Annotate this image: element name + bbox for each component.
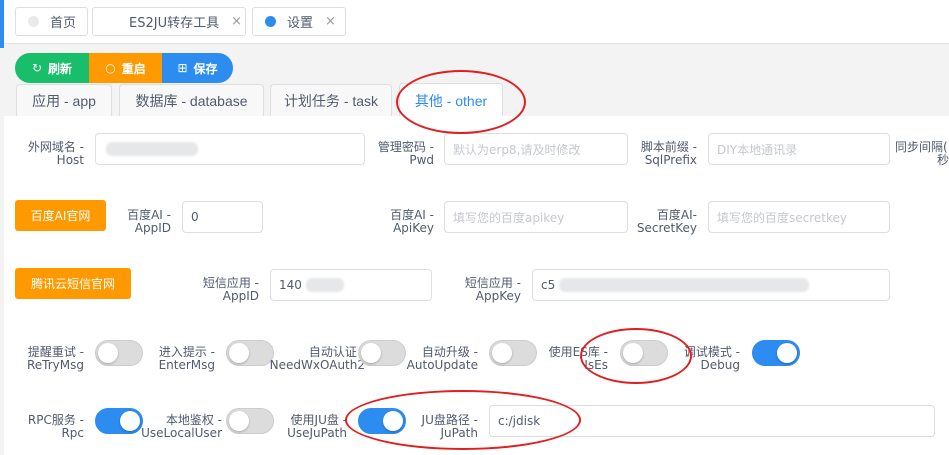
save-label: 保存 [193, 61, 218, 76]
tab-database[interactable]: 数据库 - database [119, 84, 264, 116]
retrymsg-label: 提醒重试 - ReTryMsg [26, 345, 84, 372]
redacted-value [559, 278, 810, 292]
needwxoauth2-label: 自动认证 - NeedWxOAuth2 [269, 345, 365, 372]
tab-task[interactable]: 计划任务 - task [270, 84, 392, 116]
ises-toggle[interactable] [620, 340, 668, 366]
close-icon[interactable]: × [325, 14, 336, 29]
rpc-label: RPC服务 - Rpc [27, 413, 84, 440]
tab-other[interactable]: 其他 - other [399, 83, 503, 117]
autoupdate-toggle[interactable] [489, 340, 537, 366]
jupath-input[interactable]: c:/jdisk [489, 405, 935, 437]
entermsg-toggle[interactable] [226, 340, 274, 366]
sms-appkey-value: c5 [541, 278, 556, 292]
active-indicator [0, 0, 4, 48]
page-tab-settings[interactable]: 设置 × [252, 7, 346, 36]
jupath-label: JU盘路径 - JuPath [421, 413, 478, 440]
sms-appkey-input[interactable]: c5 [532, 269, 890, 301]
refresh-label: 刷新 [48, 61, 73, 76]
baidu-apikey-label: 百度AI - ApiKey [390, 208, 434, 235]
tencent-sms-button[interactable]: 腾讯云短信官网 [15, 268, 131, 299]
sms-appkey-label: 短信应用 - AppKey [464, 276, 521, 303]
tab-status-dot-icon [265, 16, 276, 27]
page-tab-label: ES2JU转存工具 [129, 16, 220, 31]
pwd-input[interactable]: 默认为erp8,请及时修改 [444, 133, 628, 165]
baidu-appid-label: 百度AI - AppID [127, 208, 171, 235]
usejupath-label: 使用JU盘 - UseJuPath [287, 413, 347, 440]
tab-app[interactable]: 应用 - app [16, 84, 112, 116]
autoupdate-label: 自动升级 - AutoUpdate [406, 345, 478, 372]
host-input[interactable] [95, 133, 365, 165]
uselocaluser-label: 本地鉴权 - UseLocalUser [141, 413, 222, 440]
sms-appid-value: 140 [279, 278, 302, 292]
baidu-secret-label: 百度AI- SecretKey [636, 208, 697, 235]
close-icon[interactable]: × [231, 14, 242, 29]
baidu-secret-input[interactable]: 填写您的百度secretkey [708, 201, 890, 233]
tab-status-dot-icon [28, 16, 39, 27]
retrymsg-toggle[interactable] [95, 340, 143, 366]
usejupath-toggle[interactable] [358, 408, 406, 434]
host-label: 外网域名 - Host [27, 140, 84, 167]
sms-appid-label: 短信应用 - AppID [202, 276, 259, 303]
page-tab-label: 设置 [287, 16, 314, 31]
restart-label: 重启 [121, 61, 146, 76]
page-tab-bar: 首页 ES2JU转存工具 × 设置 × [0, 0, 949, 48]
uselocaluser-toggle[interactable] [226, 408, 274, 434]
redacted-value [305, 278, 344, 292]
debug-label: 调试模式 - Debug [683, 345, 740, 372]
refresh-button[interactable]: ↻ 刷新 [15, 53, 89, 83]
sqlprefix-input[interactable]: DIY本地通讯录 [708, 133, 890, 165]
save-button[interactable]: ⊞ 保存 [162, 53, 233, 83]
ises-label: 使用ES库 - IsEs [548, 345, 608, 372]
sqlprefix-label: 脚本前缀 - SqlPrefix [640, 140, 697, 167]
sync-interval-label: 同步间隔(秒 [895, 141, 949, 167]
rpc-toggle[interactable] [95, 408, 143, 434]
baidu-appid-input[interactable]: 0 [182, 201, 263, 233]
debug-toggle[interactable] [752, 340, 800, 366]
sms-appid-input[interactable]: 140 [270, 269, 432, 301]
redacted-value [106, 142, 198, 156]
refresh-icon: ↻ [31, 61, 43, 75]
page-tab-es2ju[interactable]: ES2JU转存工具 × [92, 7, 246, 36]
baidu-apikey-input[interactable]: 填写您的百度apikey [444, 201, 628, 233]
page-tab-home[interactable]: 首页 [15, 7, 88, 36]
page-tab-label: 首页 [50, 16, 77, 31]
power-icon: ○ [105, 61, 116, 75]
save-icon: ⊞ [177, 61, 188, 75]
baidu-ai-button[interactable]: 百度AI官网 [15, 200, 106, 231]
pwd-label: 管理密码 - Pwd [377, 140, 434, 167]
needwxoauth2-toggle[interactable] [358, 340, 406, 366]
entermsg-label: 进入提示 - EnterMsg [158, 345, 215, 372]
restart-button[interactable]: ○ 重启 [89, 53, 162, 83]
